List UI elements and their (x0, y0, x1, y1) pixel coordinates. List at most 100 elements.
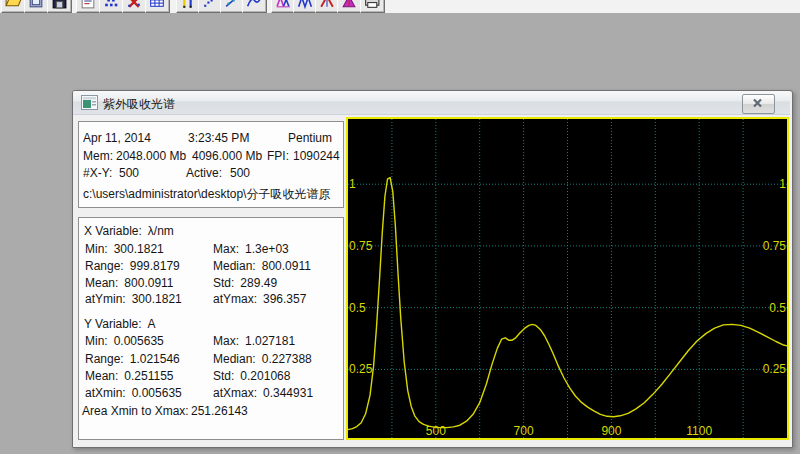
y-stat-row2-col2-label: Std: (213, 369, 240, 383)
x-stat-row3-col2-label: atYmax: (213, 292, 263, 306)
svg-text:0.25: 0.25 (349, 362, 373, 376)
x-stat-row1-col2-label: Median: (213, 259, 262, 273)
svg-text:0.75: 0.75 (763, 239, 787, 253)
close-button[interactable] (742, 94, 775, 114)
session-date: Apr 11, 2014 (83, 131, 151, 145)
peak-analysis-4-button[interactable] (337, 0, 362, 13)
mem-label: Mem: (83, 149, 113, 163)
edit-values-icon (79, 0, 97, 10)
x-stat-row2-col1-label: Mean: (85, 276, 124, 290)
open-file-button[interactable] (1, 0, 26, 13)
print-button[interactable] (360, 0, 385, 13)
toolbar (0, 0, 800, 13)
x-stat-row3-col1-value: 300.1821 (132, 292, 182, 306)
file-path: c:\users\administrator\desktop\分子吸收光谱原 (83, 186, 330, 203)
svg-text:0.5: 0.5 (349, 301, 366, 315)
y-stat-row0-col2: Max:1.027181 (213, 334, 295, 348)
y-stat-row2-col1-value: 0.251155 (124, 369, 173, 383)
x-stat-row1-col2-value: 800.0911 (262, 259, 311, 273)
peak-analysis-3-icon (318, 0, 336, 10)
y-stat-row1-col1-label: Range: (85, 352, 130, 366)
y-stat-row2-col2: Std:0.201068 (213, 369, 290, 383)
statistics-panel: X Variable:λ/nmMin:300.1821Max:1.3e+03Ra… (78, 217, 344, 440)
active-count-value: 500 (230, 166, 250, 180)
y-stat-row0-col1-value: 0.005635 (114, 334, 164, 348)
x-stat-row0-col1-label: Min: (85, 242, 114, 256)
y-stat-row0-col2-label: Max: (213, 334, 245, 348)
y-stat-row3-col2-label: atXmax: (213, 386, 263, 400)
edit-values-button[interactable] (76, 0, 101, 13)
area-label: Area Xmin to Xmax: (82, 404, 189, 418)
mem-value-2: 4096.000 Mb (192, 149, 262, 163)
y-stat-row0-col2-value: 1.027181 (245, 334, 295, 348)
svg-text:1100: 1100 (686, 424, 712, 438)
spectrum-chart[interactable]: 10.750.50.2510.750.50.255007009001100 (346, 117, 789, 440)
xy-count-label: #X-Y: (83, 166, 112, 180)
save-file-button[interactable] (47, 0, 72, 13)
svg-text:900: 900 (601, 424, 621, 438)
y-stat-row0-col1-label: Min: (85, 334, 114, 348)
y-variable-header-label: Y Variable: (84, 317, 148, 331)
y-stat-row3-col2-value: 0.344931 (263, 386, 313, 400)
y-stat-row0-col1: Min:0.005635 (85, 334, 164, 348)
x-stat-row3-col1-label: atYmin: (85, 292, 132, 306)
peak-analysis-4-icon (340, 0, 358, 10)
window-icon (81, 95, 98, 110)
y-variable-header-value: A (148, 317, 156, 331)
fpi-value: 1090244 (293, 149, 340, 163)
scatter-plot-icon (201, 0, 219, 10)
active-count-label: Active: (186, 166, 222, 180)
peak-analysis-1-icon (274, 0, 292, 10)
xy-count-value: 500 (119, 166, 139, 180)
titlebar[interactable]: 紫外吸收光谱 (73, 91, 790, 115)
mem-value-1: 2048.000 Mb (116, 149, 186, 163)
y-stat-row2-col1-label: Mean: (85, 369, 124, 383)
y-stat-row1-col1: Range:1.021546 (85, 352, 180, 366)
x-stat-row0-col2: Max:1.3e+03 (213, 242, 289, 256)
area-value: 251.26143 (191, 404, 248, 418)
x-stat-row1-col1-label: Range: (85, 259, 130, 273)
data-table-icon (148, 0, 166, 10)
peak-analysis-2-icon (296, 0, 314, 10)
x-variable-header: X Variable:λ/nm (84, 224, 174, 238)
y-stat-row3-col1-value: 0.005635 (132, 386, 182, 400)
open-file-icon (4, 0, 22, 10)
x-stat-row0-col2-label: Max: (213, 242, 245, 256)
x-stat-row2-col2: Std:289.49 (213, 276, 277, 290)
x-stat-row1-col1-value: 999.8179 (130, 259, 180, 273)
x-stat-row0-col2-value: 1.3e+03 (245, 242, 289, 256)
svg-text:700: 700 (514, 424, 534, 438)
svg-text:500: 500 (426, 424, 446, 438)
svg-text:1: 1 (779, 177, 786, 191)
data-points-button[interactable] (99, 0, 124, 13)
x-stat-row0-col1-value: 300.1821 (114, 242, 164, 256)
svg-text:0.5: 0.5 (769, 301, 786, 315)
y-stat-row3-col2: atXmax:0.344931 (213, 386, 313, 400)
save-file-icon (50, 0, 68, 10)
x-stat-row3-col2-value: 396.357 (263, 292, 306, 306)
import-data-icon (27, 0, 45, 10)
y-stat-row3-col1-label: atXmin: (85, 386, 132, 400)
y-stat-row1-col1-value: 1.021546 (130, 352, 180, 366)
cpu-name: Pentium (288, 131, 332, 145)
import-data-button[interactable] (24, 0, 49, 13)
x-stat-row3-col1: atYmin:300.1821 (85, 292, 182, 306)
session-time: 3:23:45 PM (188, 131, 249, 145)
x-variable-header-value: λ/nm (148, 224, 174, 238)
desktop: 紫外吸收光谱 Apr 11, 2014 3:23:45 PM Pentium Mem:… (0, 0, 800, 454)
y-stat-row1-col2: Median:0.227388 (213, 352, 312, 366)
y-stat-row2-col2-value: 0.201068 (240, 369, 290, 383)
x-stat-row2-col1-value: 800.0911 (124, 276, 173, 290)
curve-fit-icon (245, 0, 263, 10)
x-stat-row3-col2: atYmax:396.357 (213, 292, 306, 306)
data-table-button[interactable] (145, 0, 170, 13)
svg-text:1: 1 (349, 177, 356, 191)
print-icon (363, 0, 381, 10)
curve-fit-button[interactable] (242, 0, 267, 13)
svg-text:0.75: 0.75 (349, 239, 373, 253)
line-fit-icon (223, 0, 241, 10)
y-stat-row1-col2-label: Median: (213, 352, 262, 366)
delete-points-button[interactable] (122, 0, 147, 13)
fpi-label: FPI: (267, 149, 289, 163)
x-stat-row2-col2-value: 289.49 (240, 276, 277, 290)
